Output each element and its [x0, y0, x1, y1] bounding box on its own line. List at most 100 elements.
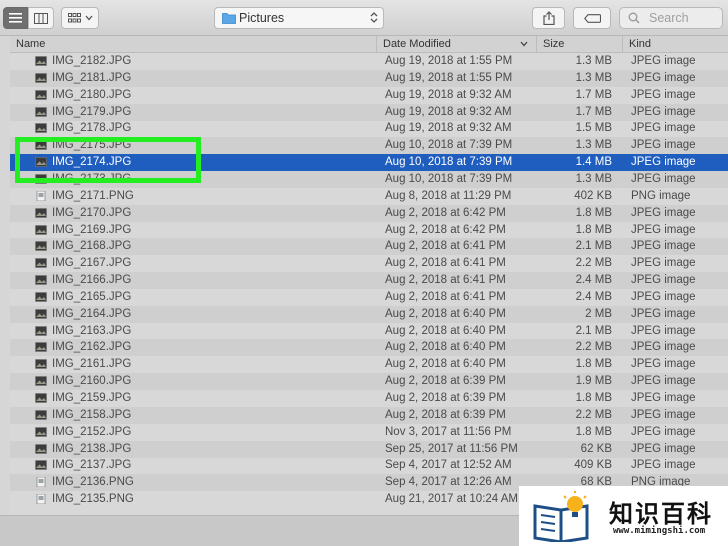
- file-name: IMG_2170.JPG: [52, 206, 132, 219]
- file-size: 2.2 MB: [575, 408, 612, 421]
- table-row[interactable]: IMG_2181.JPG Aug 19, 2018 at 1:55 PM 1.3 M…: [10, 69, 728, 87]
- table-row[interactable]: IMG_2170.JPG Aug 2, 2018 at 6:42 PM 1.8 MB…: [10, 204, 728, 222]
- table-row[interactable]: IMG_2160.JPG Aug 2, 2018 at 6:39 PM 1.9 MB…: [10, 373, 728, 391]
- table-row[interactable]: IMG_2138.JPG Sep 25, 2017 at 11:56 PM 62 K…: [10, 440, 728, 458]
- table-row[interactable]: IMG_2163.JPG Aug 2, 2018 at 6:40 PM 2.1 MB…: [10, 323, 728, 340]
- image-thumbnail-icon: [35, 443, 47, 454]
- search-field[interactable]: Search: [619, 7, 723, 29]
- table-row[interactable]: IMG_2159.JPG Aug 2, 2018 at 6:39 PM 1.8 MB…: [10, 390, 728, 407]
- table-row[interactable]: IMG_2180.JPG Aug 19, 2018 at 9:32 AM 1.7 M…: [10, 87, 728, 104]
- file-size: 1.8 MB: [575, 358, 612, 371]
- table-row[interactable]: IMG_2171.PNG Aug 8, 2018 at 11:29 PM 402 K…: [10, 188, 728, 205]
- file-date-modified: Aug 2, 2018 at 6:41 PM: [385, 290, 506, 303]
- image-thumbnail-icon: [35, 258, 47, 268]
- table-row[interactable]: IMG_2167.JPG Aug 2, 2018 at 6:41 PM 2.2 MB…: [10, 255, 728, 272]
- file-date-modified: Aug 19, 2018 at 1:55 PM: [385, 71, 513, 84]
- file-size: 1.5 MB: [575, 122, 612, 135]
- image-thumbnail-icon: [35, 426, 47, 437]
- file-date-modified: Aug 2, 2018 at 6:40 PM: [385, 358, 506, 371]
- file-kind: PNG image: [631, 189, 691, 202]
- file-name: IMG_2169.JPG: [52, 223, 132, 236]
- image-thumbnail-icon: [35, 376, 47, 386]
- file-kind: JPEG image: [631, 425, 696, 438]
- file-kind: JPEG image: [631, 274, 696, 287]
- table-row[interactable]: IMG_2164.JPG Aug 2, 2018 at 6:40 PM 2 MB JP…: [10, 305, 728, 323]
- file-date-modified: Aug 19, 2018 at 9:32 AM: [385, 105, 512, 118]
- file-size: 1.4 MB: [575, 156, 612, 169]
- column-name[interactable]: Name: [10, 36, 376, 53]
- image-thumbnail-icon: [35, 241, 47, 252]
- file-name: IMG_2137.JPG: [52, 459, 132, 472]
- file-kind: JPEG image: [631, 358, 696, 371]
- column-date-modified[interactable]: Date Modified: [376, 36, 536, 53]
- image-thumbnail-icon: [35, 393, 47, 403]
- file-size: 1.8 MB: [575, 392, 612, 404]
- file-date-modified: Aug 2, 2018 at 6:39 PM: [385, 375, 506, 388]
- tags-button[interactable]: [573, 7, 611, 29]
- file-name: IMG_2163.JPG: [52, 324, 132, 337]
- toolbar: Pictures Search: [0, 0, 728, 36]
- file-date-modified: Aug 21, 2017 at 10:24 AM: [385, 493, 518, 506]
- table-row[interactable]: IMG_2182.JPG Aug 19, 2018 at 1:55 PM 1.3 M…: [10, 53, 728, 70]
- file-size: 1.8 MB: [575, 223, 612, 236]
- file-kind: JPEG image: [631, 341, 696, 354]
- group-options-button[interactable]: [61, 7, 99, 29]
- image-thumbnail-icon: [35, 308, 47, 319]
- table-row[interactable]: IMG_2152.JPG Nov 3, 2017 at 11:56 PM 1.8 M…: [10, 424, 728, 441]
- share-button[interactable]: [532, 7, 565, 29]
- table-row[interactable]: IMG_2158.JPG Aug 2, 2018 at 6:39 PM 2.2 MB…: [10, 406, 728, 424]
- table-row[interactable]: IMG_2179.JPG Aug 19, 2018 at 9:32 AM 1.7 M…: [10, 103, 728, 121]
- file-size: 1.7 MB: [575, 105, 612, 118]
- file-size: 402 KB: [574, 189, 612, 202]
- image-thumbnail-icon: [35, 224, 47, 235]
- column-kind[interactable]: Kind: [622, 36, 728, 53]
- file-name: IMG_2138.JPG: [52, 442, 132, 455]
- file-size: 1.8 MB: [575, 425, 612, 438]
- table-row[interactable]: IMG_2169.JPG Aug 2, 2018 at 6:42 PM 1.8 MB…: [10, 222, 728, 239]
- file-kind: JPEG image: [631, 71, 696, 84]
- image-thumbnail-icon: [35, 207, 47, 218]
- file-kind: JPEG image: [631, 408, 696, 421]
- column-view-button[interactable]: [28, 7, 54, 29]
- file-size: 2 MB: [585, 307, 612, 320]
- file-size: 1.7 MB: [575, 88, 612, 101]
- file-date-modified: Aug 2, 2018 at 6:40 PM: [385, 307, 506, 320]
- file-date-modified: Nov 3, 2017 at 11:56 PM: [385, 425, 512, 438]
- folder-icon: [222, 13, 236, 24]
- table-row[interactable]: IMG_2161.JPG Aug 2, 2018 at 6:40 PM 1.8 MB…: [10, 356, 728, 373]
- image-thumbnail-icon: [35, 292, 47, 302]
- table-row[interactable]: IMG_2166.JPG Aug 2, 2018 at 6:41 PM 2.4 MB…: [10, 272, 728, 290]
- image-thumbnail-icon: [35, 123, 47, 134]
- watermark-title: 知识百科: [609, 500, 713, 528]
- file-kind: JPEG image: [631, 139, 696, 152]
- list-view-button[interactable]: [3, 7, 28, 29]
- image-thumbnail-icon: [36, 190, 46, 201]
- file-name: IMG_2165.JPG: [52, 290, 132, 303]
- file-size: 2.2 MB: [575, 257, 612, 270]
- table-row[interactable]: IMG_2162.JPG Aug 2, 2018 at 6:40 PM 2.2 MB…: [10, 339, 728, 357]
- file-kind: JPEG image: [631, 156, 696, 169]
- file-date-modified: Aug 2, 2018 at 6:42 PM: [385, 223, 506, 236]
- file-date-modified: Aug 2, 2018 at 6:39 PM: [385, 408, 506, 421]
- file-kind: JPEG image: [631, 290, 696, 303]
- chevron-down-icon: [85, 15, 92, 21]
- column-size[interactable]: Size: [536, 36, 622, 53]
- file-size: 1.3 MB: [575, 172, 612, 185]
- table-row[interactable]: IMG_2137.JPG Sep 4, 2017 at 12:52 AM 409 K…: [10, 457, 728, 474]
- path-popup[interactable]: Pictures: [214, 7, 384, 29]
- table-row[interactable]: IMG_2168.JPG Aug 2, 2018 at 6:41 PM 2.1 MB…: [10, 238, 728, 256]
- file-kind: JPEG image: [631, 240, 696, 253]
- file-size: 1.3 MB: [575, 139, 612, 152]
- file-date-modified: Aug 19, 2018 at 9:32 AM: [385, 122, 512, 135]
- table-row[interactable]: IMG_2165.JPG Aug 2, 2018 at 6:41 PM 2.4 MB…: [10, 289, 728, 306]
- file-size: 2.1 MB: [575, 324, 612, 337]
- file-date-modified: Sep 25, 2017 at 11:56 PM: [385, 442, 518, 455]
- watermark-url: www.mimingshi.com: [613, 526, 706, 536]
- file-name: IMG_2158.JPG: [52, 408, 132, 421]
- file-name: IMG_2168.JPG: [52, 240, 132, 253]
- file-date-modified: Aug 19, 2018 at 1:55 PM: [385, 55, 513, 67]
- file-name: IMG_2178.JPG: [52, 122, 132, 135]
- file-list: IMG_2182.JPG Aug 19, 2018 at 1:55 PM 1.3 M…: [10, 53, 728, 515]
- table-row[interactable]: IMG_2178.JPG Aug 19, 2018 at 9:32 AM 1.5 M…: [10, 120, 728, 137]
- file-name: IMG_2166.JPG: [52, 274, 132, 287]
